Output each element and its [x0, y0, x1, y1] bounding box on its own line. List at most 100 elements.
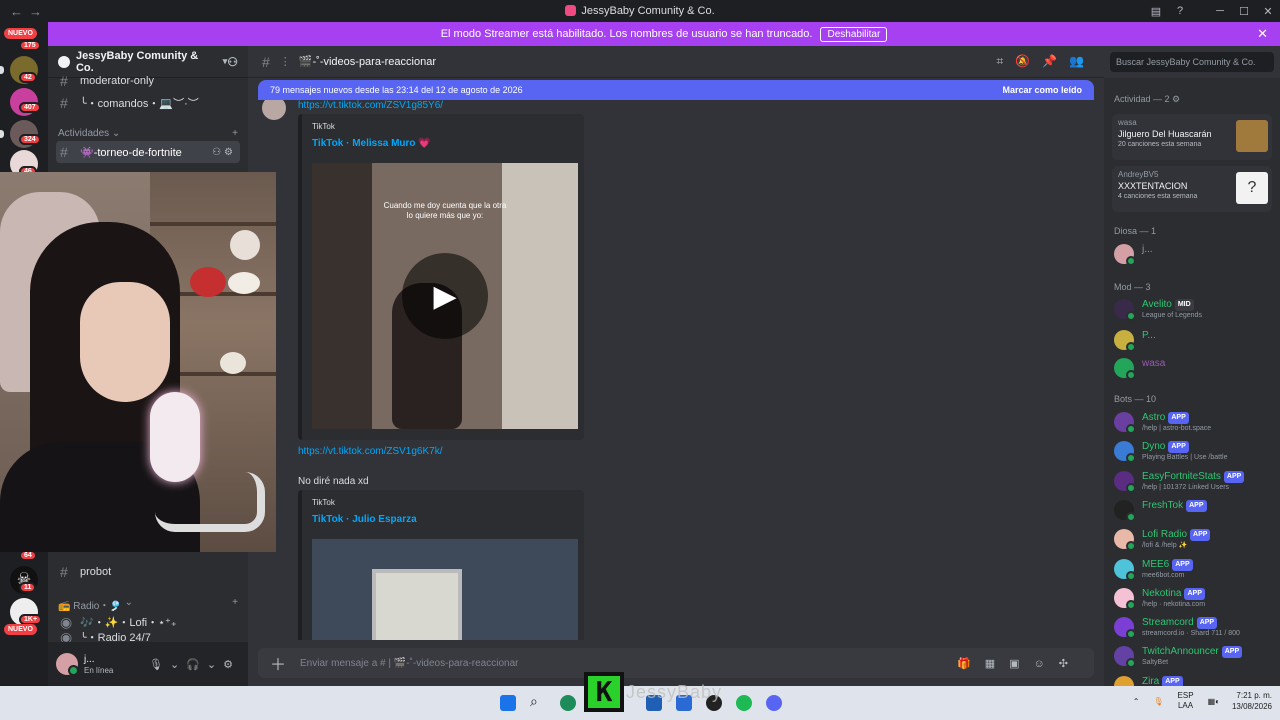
avatar: [1114, 559, 1136, 581]
embed-title[interactable]: TikTok · Melissa Muro 💗: [312, 138, 431, 149]
inbox-icon[interactable]: ▤: [1144, 5, 1168, 18]
bot-member-item[interactable]: FreshTok APP: [1114, 500, 1280, 522]
microphone-icon[interactable]: 🎙: [1153, 697, 1163, 706]
disable-streamer-button[interactable]: Deshabilitar: [820, 26, 888, 42]
voice-channel-radio[interactable]: ◉ ╰・Radio 24/7: [56, 632, 240, 642]
server-badge: 324: [19, 134, 41, 145]
stream-logo-overlay: K: [584, 672, 624, 712]
video-thumbnail[interactable]: [312, 539, 578, 640]
spotify-icon[interactable]: [736, 695, 752, 711]
channel-settings-icon[interactable]: ⚇⚙: [212, 147, 240, 158]
bot-member-item[interactable]: Streamcord APP streamcord.io · Shard 711 /…: [1114, 617, 1280, 639]
activity-card[interactable]: AndreyBV5 XXXTENTACION 4 canciones esta …: [1112, 166, 1272, 212]
bot-member-item[interactable]: Lofi Radio APP/lofi & /help ✨: [1114, 529, 1280, 551]
help-icon[interactable]: ?: [1168, 5, 1192, 17]
embed-provider: TikTok: [312, 122, 335, 131]
add-attachment-icon[interactable]: ＋: [270, 651, 286, 675]
app-tag: APP: [1184, 588, 1205, 600]
channel-comandos[interactable]: # ╰・comandos・💻︶·︶: [56, 92, 240, 114]
channel-probot[interactable]: # probot: [56, 561, 240, 583]
video-thumbnail[interactable]: Cuando me doy cuenta que la otra lo quie…: [312, 163, 578, 429]
message-composer[interactable]: ＋ Enviar mensaje a # | 🎬-˚-videos-para-r…: [258, 648, 1094, 678]
channel-moderator-only[interactable]: # moderator-only: [56, 70, 240, 92]
microphone-illustration: [150, 392, 200, 482]
system-tray: ⌃ 🎙 ESP LAA ▦◐ 7:21 p. m. 13/08/2026: [1133, 690, 1272, 712]
avatar: [1114, 676, 1134, 686]
member-item[interactable]: j...: [1114, 244, 1280, 266]
member-item[interactable]: Avelito MID League of Legends: [1114, 299, 1280, 321]
app-tag: APP: [1221, 646, 1243, 658]
add-channel-icon[interactable]: +: [232, 597, 238, 612]
app-tag: APP: [1172, 559, 1193, 571]
hash-icon: #: [60, 564, 68, 580]
search-input[interactable]: Buscar JessyBaby Comunity & Co.: [1110, 52, 1274, 72]
streamer-banner-text: El modo Streamer está habilitado. Los no…: [440, 28, 813, 40]
bot-member-item[interactable]: EasyFortniteStats APP/help | 101372 Linke…: [1114, 471, 1280, 493]
user-name: j...: [84, 653, 95, 665]
chat-header: # ⋮ 🎬-˚-videos-para-reaccionar ⌗🔕📌👥: [248, 46, 1104, 78]
edge-icon[interactable]: [560, 695, 576, 711]
member-item[interactable]: wasa: [1114, 358, 1280, 380]
app-tag: APP: [1162, 676, 1183, 686]
voice-controls[interactable]: 🎙⌄🎧⌄⚙: [149, 658, 240, 671]
nav-arrows-icon[interactable]: ←→: [0, 4, 48, 19]
tray-chevron-icon[interactable]: ⌃: [1133, 697, 1140, 706]
member-item[interactable]: P...: [1114, 330, 1280, 352]
hash-icon: #: [60, 95, 68, 111]
window-controls: ▤ ? ─ ☐ ✕: [1144, 0, 1280, 22]
role-header: Bots — 10: [1114, 394, 1157, 404]
role-header: Diosa — 1: [1114, 226, 1157, 236]
tiktok-embed: TikTok TikTok · Melissa Muro 💗 Cuando me…: [298, 114, 584, 440]
discord-icon[interactable]: [766, 695, 782, 711]
bot-member-item[interactable]: TwitchAnnouncer APP SaltyBet: [1114, 646, 1280, 668]
channel-torneo-de-fortnite[interactable]: # 👾-torneo-de-fortnite ⚇⚙: [56, 141, 240, 163]
speaker-icon: ◉: [60, 613, 73, 630]
message-link[interactable]: https://vt.tiktok.com/ZSV1g6K7k/: [298, 446, 443, 457]
network-icon[interactable]: ▦◐: [1208, 697, 1220, 706]
avatar: [1114, 330, 1136, 352]
app-tag: APP: [1190, 529, 1211, 541]
search-icon[interactable]: ⌕: [530, 693, 546, 709]
add-channel-icon[interactable]: +: [232, 128, 238, 139]
app-tag: APP: [1168, 412, 1189, 424]
activity-card[interactable]: wasa Jilguero Del Huascarán 20 canciones…: [1112, 114, 1272, 160]
category-radio[interactable]: 📻 Radio・🎐 ⌄ +: [58, 597, 238, 612]
close-window-button[interactable]: ✕: [1256, 5, 1280, 18]
server-badge: 407: [19, 102, 41, 113]
language-indicator[interactable]: ESP LAA: [1178, 691, 1194, 711]
clock[interactable]: 7:21 p. m. 13/08/2026: [1232, 690, 1272, 712]
voice-channel-lofi[interactable]: ◉ 🎶・✨・Lofi・⋆⁺₊: [56, 611, 240, 633]
user-status: En línea: [84, 665, 114, 675]
avatar[interactable]: [262, 100, 286, 120]
app-logo-icon: [565, 5, 577, 16]
composer-actions[interactable]: 🎁▦▣☺✣: [957, 657, 1082, 670]
server-badge: 11: [19, 582, 37, 593]
bot-member-item[interactable]: MEE6 APP mee6bot.com: [1114, 559, 1280, 581]
server-logo-icon: [58, 55, 70, 68]
role-header: Mod — 3: [1114, 282, 1151, 292]
message-link[interactable]: https://vt.tiktok.com/ZSV1g85Y6/: [298, 100, 443, 111]
close-banner-icon[interactable]: ✕: [1257, 26, 1268, 42]
bot-member-item[interactable]: Zira APP: [1114, 676, 1280, 686]
maximize-button[interactable]: ☐: [1232, 5, 1256, 18]
webcam-overlay: [0, 172, 276, 552]
add-member-icon[interactable]: ⚇: [227, 55, 238, 69]
embed-title[interactable]: TikTok · Julio Esparza: [312, 514, 417, 525]
streamer-mode-banner: El modo Streamer está habilitado. Los no…: [48, 22, 1280, 46]
start-icon[interactable]: [500, 695, 516, 711]
mark-read-button[interactable]: Marcar como leído: [1002, 85, 1082, 95]
header-actions[interactable]: ⌗🔕📌👥: [996, 54, 1096, 69]
avatar: [1114, 646, 1136, 668]
category-actividades[interactable]: Actividades ⌄ +: [58, 128, 238, 139]
avatar: [1114, 244, 1136, 266]
bot-member-item[interactable]: Dyno APP Playing Battles | Use /battle: [1114, 441, 1280, 463]
server-badge: 175: [19, 40, 41, 51]
avatar[interactable]: [56, 653, 79, 676]
new-badge: NUEVO: [4, 28, 37, 39]
minimize-button[interactable]: ─: [1208, 5, 1232, 17]
bot-member-item[interactable]: Nekotina APP/help · nekotina.com: [1114, 588, 1280, 610]
new-messages-bar[interactable]: 79 mensajes nuevos desde las 23:14 del 1…: [258, 80, 1094, 100]
bot-member-item[interactable]: Astro APP/help | astro-bot.space: [1114, 412, 1280, 434]
play-icon[interactable]: ▶: [402, 253, 488, 339]
thread-marker-icon: ⋮: [279, 56, 291, 68]
